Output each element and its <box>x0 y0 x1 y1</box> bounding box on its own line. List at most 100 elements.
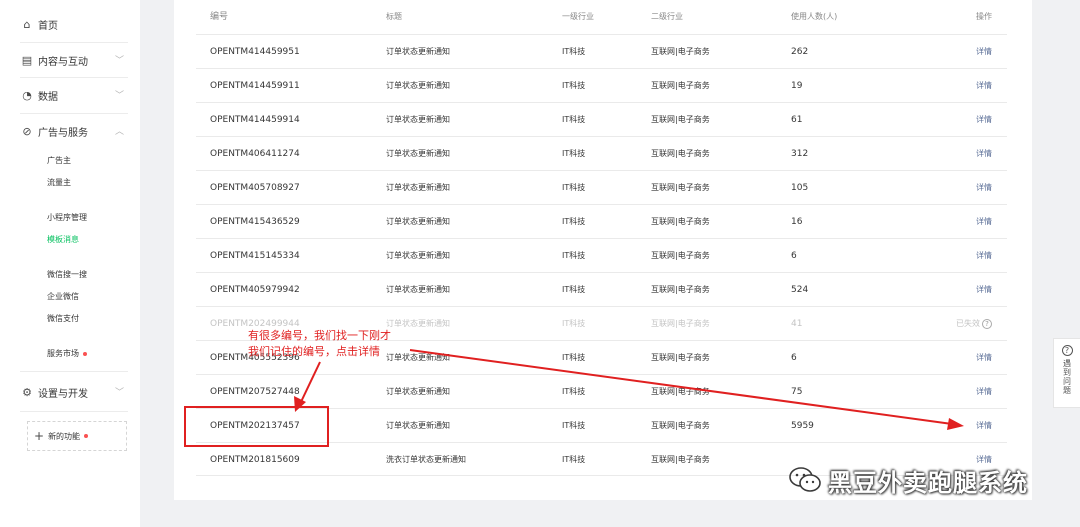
nav-content[interactable]: ▤ 内容与互动 ﹀ <box>20 43 128 77</box>
header-title: 标题 <box>386 12 402 21</box>
row-title: 订单状态更新通知 <box>386 319 450 328</box>
wechat-icon <box>789 467 821 492</box>
help-circle-icon[interactable]: ? <box>982 318 992 329</box>
row-industry1: IT科技 <box>562 183 586 192</box>
row-users: 524 <box>791 285 809 295</box>
plus-icon: + <box>34 429 45 443</box>
row-code: OPENTM414459914 <box>210 115 300 125</box>
nav-home[interactable]: ⌂ 首页 <box>20 7 128 41</box>
table-row: OPENTM406411274 订单状态更新通知 IT科技 互联网|电子商务 3… <box>196 136 1007 170</box>
row-users: 61 <box>791 115 803 125</box>
new-features-button[interactable]: + 新的功能 <box>27 421 127 451</box>
table-row: OPENTM405979942 订单状态更新通知 IT科技 互联网|电子商务 5… <box>196 272 1007 306</box>
row-title: 订单状态更新通知 <box>386 81 450 90</box>
row-code: OPENTM207527448 <box>210 387 300 397</box>
row-industry1: IT科技 <box>562 285 586 294</box>
row-industry2: 互联网|电子商务 <box>651 115 710 124</box>
header-op: 操作 <box>976 12 992 21</box>
nav-work-wechat[interactable]: 企业微信 <box>47 291 79 302</box>
divider <box>20 371 128 372</box>
nav-publisher[interactable]: 流量主 <box>47 177 71 188</box>
row-industry1: IT科技 <box>562 353 586 362</box>
header-code: 编号 <box>210 12 229 22</box>
details-link[interactable]: 详情 <box>976 341 992 375</box>
row-industry1: IT科技 <box>562 115 586 124</box>
row-users: 312 <box>791 149 809 159</box>
details-link[interactable]: 详情 <box>976 239 992 273</box>
nav-data[interactable]: ◔ 数据 ﹀ <box>20 78 128 112</box>
new-badge-dot <box>84 434 89 438</box>
table-row: OPENTM207527448 订单状态更新通知 IT科技 互联网|电子商务 7… <box>196 374 1007 408</box>
chevron-down-icon: ﹀ <box>114 56 124 66</box>
details-link[interactable]: 详情 <box>976 375 992 409</box>
details-link[interactable]: 详情 <box>976 137 992 171</box>
row-title: 订单状态更新通知 <box>386 217 450 226</box>
row-industry2: 互联网|电子商务 <box>651 47 710 56</box>
details-link[interactable]: 详情 <box>976 171 992 205</box>
new-features-label: 新的功能 <box>48 431 81 441</box>
header-industry2: 二级行业 <box>651 12 683 21</box>
row-title: 洗衣订单状态更新通知 <box>386 455 466 464</box>
row-title: 订单状态更新通知 <box>386 183 450 192</box>
row-title: 订单状态更新通知 <box>386 387 450 396</box>
nav-wechat-search[interactable]: 微信搜一搜 <box>47 269 87 280</box>
details-link[interactable]: 详情 <box>976 205 992 239</box>
nav-service-market-label: 服务市场 <box>47 349 79 358</box>
row-code: OPENTM406411274 <box>210 149 300 159</box>
nav-content-label: 内容与互动 <box>38 56 88 68</box>
header-users: 使用人数(人) <box>791 12 838 21</box>
nav-settings[interactable]: ⚙ 设置与开发 ﹀ <box>20 375 128 409</box>
nav-service-market[interactable]: 服务市场 <box>47 348 87 359</box>
expired-label: 已失效 <box>956 319 980 328</box>
help-label: 遇到问题 <box>1062 359 1072 395</box>
row-industry1: IT科技 <box>562 421 586 430</box>
nav-advertiser[interactable]: 广告主 <box>47 155 71 166</box>
details-link[interactable]: 详情 <box>976 35 992 69</box>
row-code: OPENTM414459911 <box>210 81 300 91</box>
row-industry2: 互联网|电子商务 <box>651 353 710 362</box>
row-users: 75 <box>791 387 803 397</box>
row-industry2: 互联网|电子商务 <box>651 421 710 430</box>
row-industry1: IT科技 <box>562 251 586 260</box>
row-users: 262 <box>791 47 809 57</box>
table-row: OPENTM414459914 订单状态更新通知 IT科技 互联网|电子商务 6… <box>196 102 1007 136</box>
details-link[interactable]: 详情 <box>976 273 992 307</box>
row-industry2: 互联网|电子商务 <box>651 285 710 294</box>
nav-miniprogram[interactable]: 小程序管理 <box>47 212 87 223</box>
row-title: 订单状态更新通知 <box>386 285 450 294</box>
sidebar: ⌂ 首页 ▤ 内容与互动 ﹀ ◔ 数据 ﹀ ⊘ 广告与服务 ︿ 广告主 流量主 … <box>0 0 140 527</box>
details-link[interactable]: 详情 <box>976 69 992 103</box>
table-row: OPENTM405708927 订单状态更新通知 IT科技 互联网|电子商务 1… <box>196 170 1007 204</box>
details-link[interactable]: 详情 <box>976 409 992 443</box>
nav-template-msg[interactable]: 模板消息 <box>47 234 79 245</box>
row-industry2: 互联网|电子商务 <box>651 149 710 158</box>
row-industry1: IT科技 <box>562 217 586 226</box>
table-row: OPENTM414459951 订单状态更新通知 IT科技 互联网|电子商务 2… <box>196 34 1007 68</box>
nav-ads[interactable]: ⊘ 广告与服务 ︿ <box>20 114 128 148</box>
chevron-up-icon: ︿ <box>114 127 124 137</box>
row-title: 订单状态更新通知 <box>386 115 450 124</box>
row-title: 订单状态更新通知 <box>386 149 450 158</box>
row-code: OPENTM414459951 <box>210 47 300 57</box>
annotation-text-line2: 我们记住的编号，点击详情 <box>248 345 380 358</box>
row-code: OPENTM405979942 <box>210 285 300 295</box>
details-link[interactable]: 详情 <box>976 103 992 137</box>
row-title: 订单状态更新通知 <box>386 353 450 362</box>
nav-wechat-pay[interactable]: 微信支付 <box>47 313 79 324</box>
new-badge-dot <box>83 351 87 356</box>
chart-icon: ◔ <box>22 88 32 102</box>
row-code: OPENTM415145334 <box>210 251 300 261</box>
row-title: 订单状态更新通知 <box>386 251 450 260</box>
highlight-box <box>184 406 329 447</box>
watermark-text: 黑豆外卖跑腿系统 <box>828 468 1028 497</box>
help-widget[interactable]: ? 遇到问题 <box>1053 338 1080 408</box>
row-users: 16 <box>791 217 803 227</box>
watermark: 黑豆外卖跑腿系统 <box>788 462 1028 498</box>
document-icon: ▤ <box>21 53 33 67</box>
nav-data-label: 数据 <box>38 91 58 103</box>
table-header: 编号 标题 一级行业 二级行业 使用人数(人) 操作 <box>196 0 1007 34</box>
row-industry2: 互联网|电子商务 <box>651 387 710 396</box>
nav-ads-label: 广告与服务 <box>38 127 88 139</box>
nav-settings-label: 设置与开发 <box>38 388 88 400</box>
row-industry2: 互联网|电子商务 <box>651 183 710 192</box>
